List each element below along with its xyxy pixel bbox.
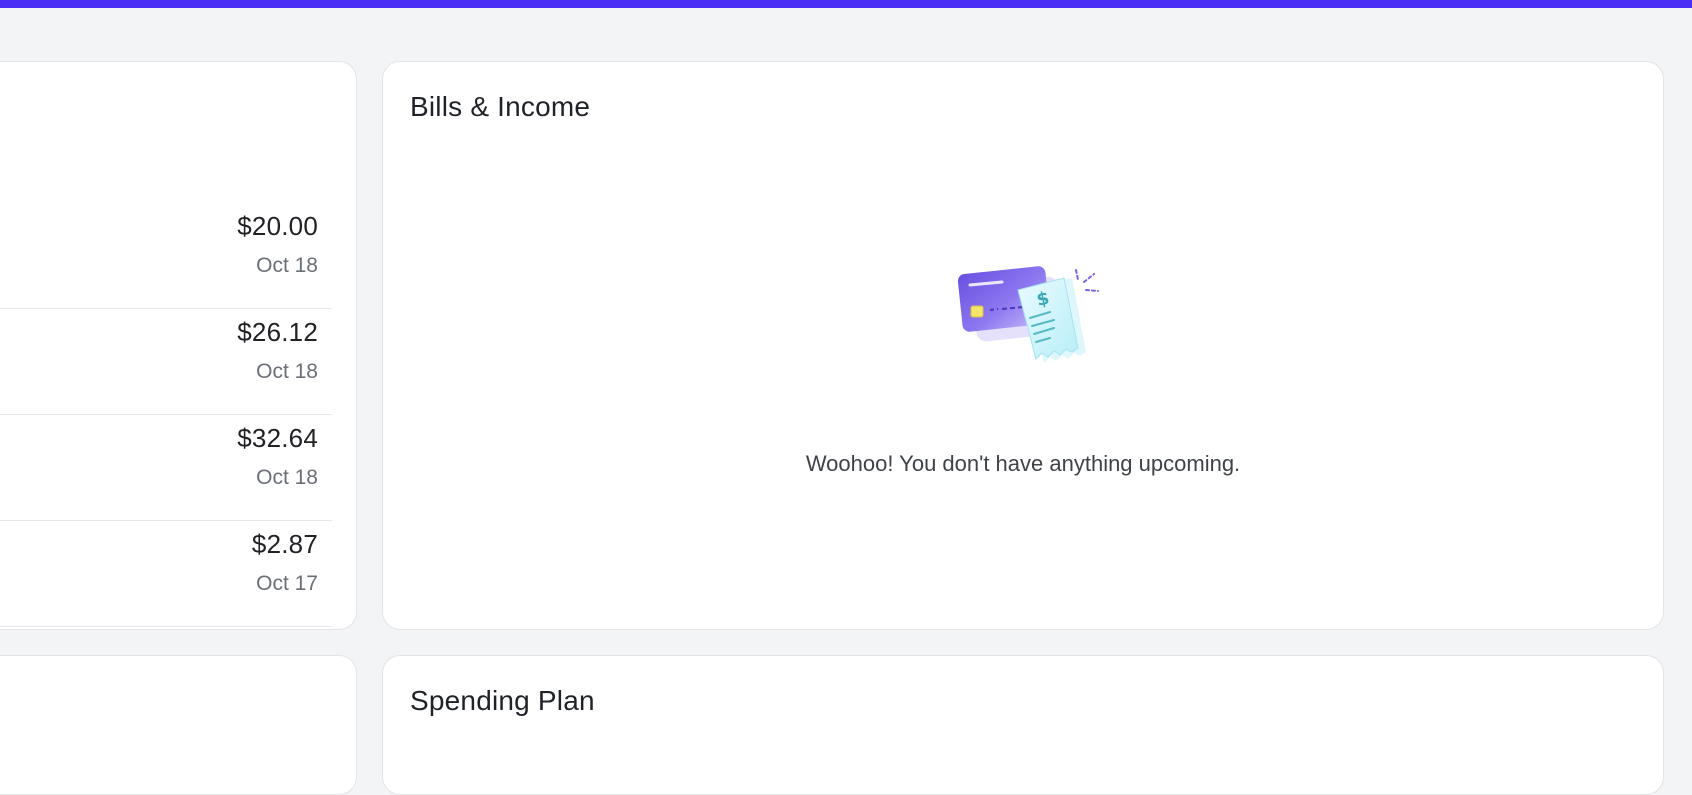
transaction-date: Oct 18 xyxy=(256,466,318,489)
transaction-list: $20.00 Oct 18 $26.12 Oct 18 $32.64 Oct 1… xyxy=(0,203,332,627)
transaction-amount: $20.00 xyxy=(237,211,318,241)
transaction-amount: $2.87 xyxy=(251,529,318,559)
transaction-date: Oct 18 xyxy=(256,360,318,383)
transaction-row[interactable]: $26.12 Oct 18 xyxy=(0,309,332,415)
transaction-row[interactable]: $2.87 Oct 17 xyxy=(0,521,332,627)
bottom-left-card xyxy=(0,655,357,795)
recent-transactions-card: $20.00 Oct 18 $26.12 Oct 18 $32.64 Oct 1… xyxy=(0,61,357,630)
transaction-amount: $32.64 xyxy=(237,423,318,453)
empty-state-message: Woohoo! You don't have anything upcoming… xyxy=(805,451,1241,476)
transaction-date: Oct 17 xyxy=(256,572,318,595)
spending-plan-card: Spending Plan xyxy=(382,655,1664,795)
bills-income-card: Bills & Income $ Woohoo! You don't have … xyxy=(382,61,1664,630)
transaction-amount: $26.12 xyxy=(237,317,318,347)
credit-card-and-receipt-icon: $ xyxy=(957,266,1099,363)
spending-plan-title: Spending Plan xyxy=(410,685,595,716)
transaction-row[interactable]: $32.64 Oct 18 xyxy=(0,415,332,521)
top-accent-bar xyxy=(0,0,1692,8)
transaction-date: Oct 18 xyxy=(256,254,318,277)
bills-income-title: Bills & Income xyxy=(410,91,591,122)
transaction-row[interactable]: $20.00 Oct 18 xyxy=(0,203,332,309)
